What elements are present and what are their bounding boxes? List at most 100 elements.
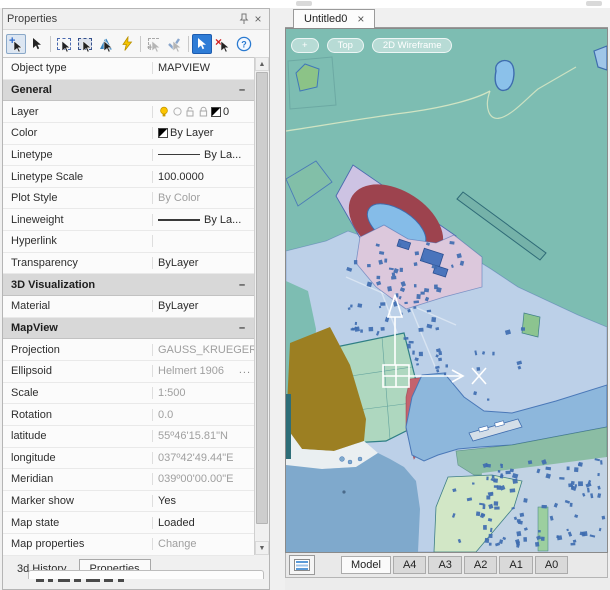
property-value[interactable]: 037º42'49.44"E	[153, 448, 254, 469]
property-value[interactable]: ByLayer	[153, 253, 254, 274]
property-value[interactable]: Change	[153, 534, 254, 555]
linetype-preview	[158, 154, 200, 155]
layout-tab-a1[interactable]: A1	[499, 556, 532, 574]
deselect-all-icon[interactable]: ×	[213, 34, 233, 54]
property-value[interactable]: By Color	[153, 188, 254, 209]
property-grid: Object typeMAPVIEWGeneral–Layer0ColorBy …	[3, 57, 255, 555]
layout-tab-a0[interactable]: A0	[535, 556, 568, 574]
scrollbar[interactable]: ▲ ▼	[254, 57, 269, 555]
help-icon[interactable]: ?	[234, 34, 254, 54]
property-label: latitude	[3, 430, 153, 442]
property-value[interactable]: 55º46'15.81"N	[153, 426, 254, 447]
select-window-icon[interactable]	[54, 34, 74, 54]
clipped-text-fragment	[48, 579, 53, 582]
select-objects-icon[interactable]	[27, 34, 47, 54]
property-value[interactable]: GAUSS_KRUEGER	[153, 339, 254, 360]
toolbar-separator	[188, 36, 189, 52]
close-icon[interactable]: ×	[251, 12, 265, 26]
property-value[interactable]: 0	[153, 101, 254, 122]
properties-titlebar[interactable]: Properties ×	[3, 9, 269, 30]
property-value[interactable]: Loaded	[153, 512, 254, 533]
property-row-layer: Layer0	[3, 101, 254, 123]
property-row-linetype: LinetypeBy La...	[3, 145, 254, 167]
properties-panel: Properties × ++×? Object typeMAPVIEWGene…	[2, 8, 270, 590]
sheet-list-icon[interactable]	[289, 555, 315, 575]
layout-bar: ModelA4A3A2A1A0	[285, 553, 608, 578]
property-value[interactable]: By La...	[153, 209, 254, 230]
property-row-transparency: TransparencyByLayer	[3, 253, 254, 275]
window-top-strip	[0, 0, 610, 8]
color-swatch	[211, 107, 221, 117]
section-general: General–	[3, 80, 254, 102]
property-value[interactable]: 0.0	[153, 404, 254, 425]
clipped-text-fragment	[104, 579, 113, 582]
property-row-longitude: longitude037º42'49.44"E	[3, 448, 254, 470]
collapse-icon[interactable]: –	[234, 84, 250, 96]
property-label: Rotation	[3, 409, 153, 421]
layout-tab-model[interactable]: Model	[341, 556, 391, 574]
clipped-text-fragment	[74, 579, 81, 582]
document-tab[interactable]: Untitled0 ×	[293, 9, 375, 28]
property-label: Meridian	[3, 473, 153, 485]
browse-button[interactable]: ...	[239, 364, 251, 376]
clipped-text-fragment	[86, 579, 100, 582]
collapse-icon[interactable]: –	[234, 279, 250, 291]
apply-selection-icon[interactable]	[165, 34, 185, 54]
pin-icon[interactable]	[237, 12, 251, 26]
drawing-canvas[interactable]	[285, 28, 608, 553]
viewport-control-top[interactable]: Top	[327, 38, 364, 53]
pointer-active-icon[interactable]	[192, 34, 212, 54]
property-label: General	[3, 84, 234, 96]
property-label: Map properties	[3, 538, 153, 550]
property-label: MapView	[3, 322, 234, 334]
property-label: Linetype Scale	[3, 171, 153, 183]
tab-close-icon[interactable]: ×	[357, 14, 364, 24]
property-value[interactable]: Yes	[153, 491, 254, 512]
property-value[interactable]: 100.0000	[153, 166, 254, 187]
viewport-control-plus[interactable]: +	[291, 38, 319, 53]
collapse-icon[interactable]: –	[234, 322, 250, 334]
scroll-thumb[interactable]	[256, 72, 268, 524]
property-value[interactable]: Helmert 1906...	[153, 361, 254, 382]
property-row-meridian: Meridian039º00'00.00"E	[3, 469, 254, 491]
clipped-text-fragment	[58, 579, 70, 582]
layout-tab-a3[interactable]: A3	[428, 556, 461, 574]
property-row-hyperlink: Hyperlink	[3, 231, 254, 253]
scroll-up-icon[interactable]: ▲	[255, 57, 269, 71]
select-fence-icon[interactable]	[96, 34, 116, 54]
layout-tab-a2[interactable]: A2	[464, 556, 497, 574]
svg-text:?: ?	[241, 39, 247, 49]
property-value[interactable]: By Layer	[153, 123, 254, 144]
add-to-selection-icon[interactable]: +	[144, 34, 164, 54]
property-value[interactable]	[153, 231, 254, 252]
property-label: Scale	[3, 387, 153, 399]
property-label: Projection	[3, 344, 153, 356]
viewport-controls: + Top 2D Wireframe	[291, 38, 452, 53]
select-crossing-icon[interactable]	[75, 34, 95, 54]
quick-select-icon[interactable]: +	[6, 34, 26, 54]
scroll-down-icon[interactable]: ▼	[255, 541, 269, 555]
property-row-linetype-scale: Linetype Scale100.0000	[3, 166, 254, 188]
property-label: Material	[3, 300, 153, 312]
property-label: Color	[3, 127, 153, 139]
property-value[interactable]: 039º00'00.00"E	[153, 469, 254, 490]
layout-tab-a4[interactable]: A4	[393, 556, 426, 574]
property-row-projection: ProjectionGAUSS_KRUEGER	[3, 339, 254, 361]
property-label: 3D Visualization	[3, 279, 234, 291]
property-row-material: MaterialByLayer	[3, 296, 254, 318]
layout-tabs: ModelA4A3A2A1A0	[341, 556, 568, 574]
quick-filter-icon[interactable]	[117, 34, 137, 54]
property-row-marker-show: Marker showYes	[3, 491, 254, 513]
property-label: Hyperlink	[3, 235, 153, 247]
property-value[interactable]: 1:500	[153, 383, 254, 404]
viewport-control-2d-wireframe[interactable]: 2D Wireframe	[372, 38, 453, 53]
property-value[interactable]: By La...	[153, 145, 254, 166]
property-row-map-state: Map stateLoaded	[3, 512, 254, 534]
property-row-rotation: Rotation0.0	[3, 404, 254, 426]
property-value[interactable]: MAPVIEW	[153, 58, 254, 79]
property-row-object-type: Object typeMAPVIEW	[3, 58, 254, 80]
property-label: Transparency	[3, 257, 153, 269]
toolbar-separator	[50, 36, 51, 52]
property-value[interactable]: ByLayer	[153, 296, 254, 317]
status-area	[285, 578, 610, 590]
